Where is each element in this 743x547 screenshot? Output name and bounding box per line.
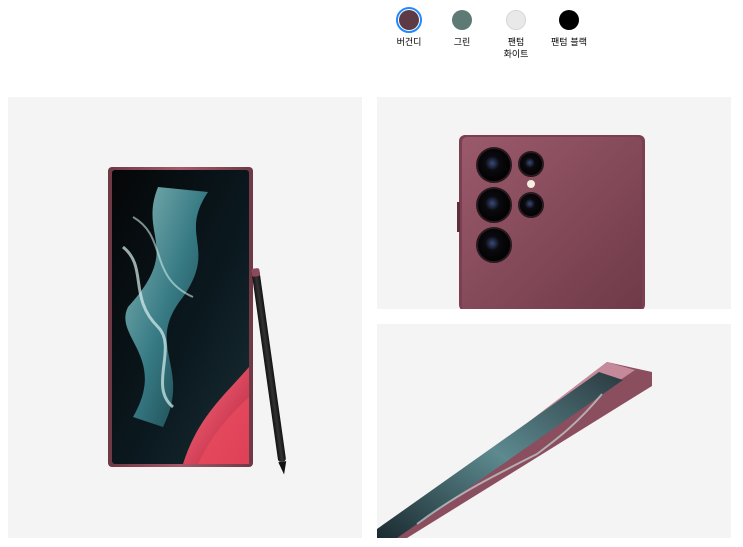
selected-ring (396, 7, 422, 33)
dot-wrap (503, 7, 529, 33)
color-option-phantom-white[interactable]: 팬텀 화이트 (486, 7, 546, 61)
color-label-green: 그린 (453, 38, 471, 48)
color-dot-burgundy (399, 10, 419, 30)
phone-front-illustration (108, 167, 287, 475)
product-image-back[interactable] (377, 97, 731, 309)
color-dot-phantom-white (506, 10, 526, 30)
dot-wrap (449, 7, 475, 33)
color-label-phantom-white: 팬텀 화이트 (503, 38, 529, 60)
color-label-burgundy: 버건디 (396, 38, 422, 48)
color-option-phantom-black[interactable]: 팬텀 블랙 (539, 7, 599, 49)
color-dot-phantom-black (559, 10, 579, 30)
product-image-front[interactable] (8, 97, 362, 538)
dot-wrap (556, 7, 582, 33)
color-dot-green (452, 10, 472, 30)
color-selector: 버건디 그린 팬텀 화이트 팬텀 블랙 (0, 0, 743, 80)
phone-side-illustration (377, 362, 652, 538)
color-option-green[interactable]: 그린 (432, 7, 492, 49)
color-label-phantom-black: 팬텀 블랙 (551, 38, 587, 48)
phone-back-illustration (457, 135, 645, 309)
color-option-burgundy[interactable]: 버건디 (379, 7, 439, 49)
product-image-side[interactable] (377, 324, 731, 538)
